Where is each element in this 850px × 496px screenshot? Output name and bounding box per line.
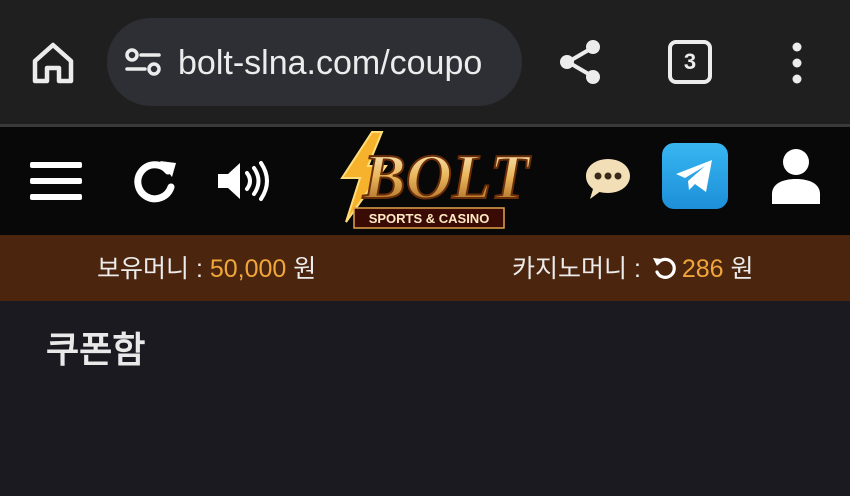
tab-switcher-button[interactable]: 3 bbox=[668, 40, 712, 84]
page-title: 쿠폰함 bbox=[46, 329, 146, 370]
browser-toolbar: bolt-slna.com/coupo 3 bbox=[0, 0, 850, 124]
more-options-icon[interactable] bbox=[786, 40, 808, 86]
chat-icon[interactable] bbox=[584, 155, 632, 203]
refresh-icon[interactable] bbox=[132, 157, 178, 203]
casino-money-label: 카지노머니 : bbox=[512, 255, 648, 283]
holding-money: 보유머니 : 50,000 원 bbox=[97, 255, 316, 283]
casino-money-unit: 원 bbox=[723, 255, 754, 283]
site-settings-icon[interactable] bbox=[125, 48, 161, 76]
address-bar[interactable]: bolt-slna.com/coupo bbox=[107, 18, 522, 106]
holding-money-label: 보유머니 : bbox=[97, 255, 210, 283]
logo-subtitle: SPORTS & CASINO bbox=[369, 211, 490, 226]
casino-money: 카지노머니 : 286 원 bbox=[512, 255, 754, 283]
user-profile-icon[interactable] bbox=[770, 148, 822, 204]
home-icon[interactable] bbox=[30, 40, 76, 86]
telegram-icon bbox=[676, 160, 712, 192]
balance-bar: 보유머니 : 50,000 원 카지노머니 : 286 원 bbox=[0, 235, 850, 301]
hamburger-menu-icon[interactable] bbox=[30, 160, 82, 202]
telegram-button[interactable] bbox=[662, 143, 728, 209]
logo-wordmark: BOLT bbox=[362, 141, 532, 212]
holding-money-unit: 원 bbox=[286, 255, 317, 283]
holding-money-amount: 50,000 bbox=[209, 255, 287, 283]
url-text[interactable]: bolt-slna.com/coupo bbox=[178, 43, 518, 83]
share-icon[interactable] bbox=[556, 38, 604, 86]
casino-money-amount: 286 bbox=[681, 255, 724, 283]
sound-icon[interactable] bbox=[216, 160, 270, 202]
coupon-page: 쿠폰함 bbox=[0, 301, 850, 496]
casino-money-refresh-icon[interactable] bbox=[652, 255, 678, 281]
bolt-logo[interactable]: BOLT SPORTS & CASINO bbox=[320, 128, 536, 232]
